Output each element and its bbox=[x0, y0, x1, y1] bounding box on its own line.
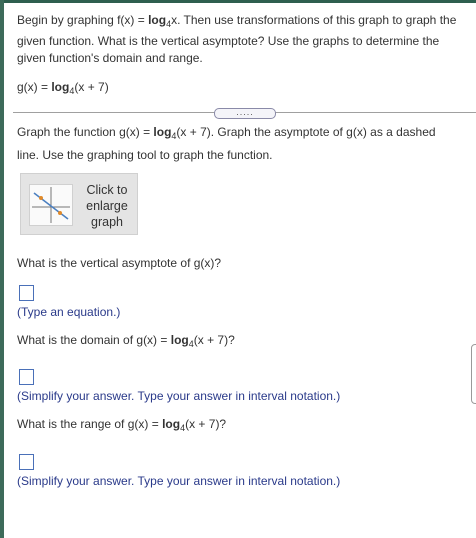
question-intro: Begin by graphing f(x) = log4x. Then use… bbox=[17, 12, 462, 99]
domain-question: What is the domain of g(x) = log4(x + 7)… bbox=[17, 332, 462, 352]
domain-q-log: log bbox=[170, 333, 189, 347]
domain-hint: (Simplify your answer. Type your answer … bbox=[17, 389, 341, 403]
enlarge-line-2: enlarge bbox=[86, 199, 128, 213]
intro-text: Begin by graphing f(x) = log4x. Then use… bbox=[17, 12, 462, 67]
range-q-log: log bbox=[162, 417, 181, 431]
range-question: What is the range of g(x) = log4(x + 7)? bbox=[17, 416, 462, 436]
func-arg: (x + 7) bbox=[74, 80, 109, 94]
domain-q-b: (x + 7)? bbox=[193, 333, 235, 347]
range-answer-input[interactable] bbox=[19, 454, 34, 470]
instruction-a: Graph the function g(x) = bbox=[17, 125, 154, 139]
asymptote-question: What is the vertical asymptote of g(x)? bbox=[17, 256, 222, 270]
left-accent-bar bbox=[0, 0, 4, 538]
func-log: log bbox=[51, 80, 70, 94]
side-panel-tab[interactable] bbox=[471, 344, 476, 404]
domain-q-a: What is the domain of g(x) = bbox=[17, 333, 171, 347]
asymptote-hint: (Type an equation.) bbox=[17, 305, 121, 319]
top-accent-bar bbox=[0, 0, 476, 3]
domain-answer-input[interactable] bbox=[19, 369, 34, 385]
intro-text-a: Begin by graphing f(x) = bbox=[17, 13, 149, 27]
enlarge-graph-button[interactable]: Click to enlarge graph bbox=[20, 173, 138, 235]
graph-instruction: Graph the function g(x) = log4(x + 7). G… bbox=[17, 123, 457, 165]
intro-log: log bbox=[148, 13, 167, 27]
section-divider: ..... bbox=[13, 108, 476, 119]
range-hint: (Simplify your answer. Type your answer … bbox=[17, 474, 341, 488]
function-definition: g(x) = log4(x + 7) bbox=[17, 79, 462, 99]
enlarge-line-3: graph bbox=[91, 215, 123, 229]
asymptote-answer-input[interactable] bbox=[19, 285, 34, 301]
range-q-a: What is the range of g(x) = bbox=[17, 417, 163, 431]
func-prefix: g(x) = bbox=[17, 80, 52, 94]
enlarge-line-1: Click to bbox=[86, 183, 128, 197]
range-q-b: (x + 7)? bbox=[185, 417, 227, 431]
graph-thumbnail-icon bbox=[29, 184, 73, 226]
expand-more-button[interactable]: ..... bbox=[214, 108, 276, 119]
instruction-log: log bbox=[153, 125, 172, 139]
enlarge-label: Click to enlarge graph bbox=[81, 182, 133, 230]
